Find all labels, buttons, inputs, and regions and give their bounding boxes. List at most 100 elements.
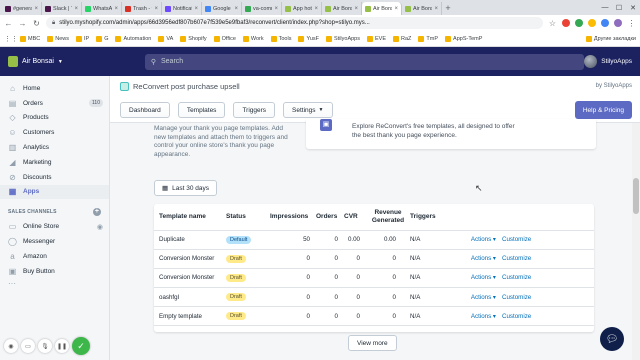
sidebar-item-marketing[interactable]: ◢ Marketing xyxy=(0,155,109,170)
bookmark-item[interactable]: Work xyxy=(242,35,264,42)
view-more-button[interactable]: View more xyxy=(348,335,397,351)
bookmark-item[interactable]: StilyoApps xyxy=(326,35,360,42)
browser-tab[interactable]: Slack | T × xyxy=(42,2,82,15)
extension-icon[interactable] xyxy=(575,19,583,27)
more-channels-button[interactable]: ··· xyxy=(0,279,109,288)
sidebar-channel-online-store[interactable]: ▭ Online Store ◉ xyxy=(0,219,109,234)
bookmark-item[interactable]: Office xyxy=(213,35,236,42)
sidebar-channel-messenger[interactable]: ◯ Messenger xyxy=(0,234,109,249)
browser-tab[interactable]: Air Bons × xyxy=(322,2,362,15)
customize-link[interactable]: Customize xyxy=(502,230,594,250)
eye-icon[interactable]: ◉ xyxy=(97,223,103,231)
sidebar-item-apps[interactable]: ▦ Apps xyxy=(0,184,109,200)
customize-link[interactable]: Customize xyxy=(502,268,594,289)
close-tab-icon[interactable]: × xyxy=(154,6,158,12)
extension-icon[interactable] xyxy=(562,19,570,27)
sidebar-item-home[interactable]: ⌂ Home xyxy=(0,81,109,96)
forward-icon[interactable]: → xyxy=(18,19,27,28)
customize-link[interactable]: Customize xyxy=(502,306,594,327)
sidebar-item-analytics[interactable]: ▥ Analytics xyxy=(0,140,109,155)
close-window-icon[interactable]: ✕ xyxy=(626,4,640,12)
impressions-value: 50 xyxy=(270,230,316,250)
pause-icon[interactable]: ❚❚ xyxy=(55,339,69,353)
microphone-icon[interactable]: 🎙︎ xyxy=(38,339,52,353)
scrollbar-thumb[interactable] xyxy=(633,178,639,214)
bookmark-item[interactable]: G xyxy=(96,35,108,42)
search-input[interactable]: ⚲ Search xyxy=(144,53,585,70)
browser-tab[interactable]: #general × xyxy=(2,2,42,15)
extension-icon[interactable] xyxy=(601,19,609,27)
close-tab-icon[interactable]: × xyxy=(34,6,38,12)
bookmark-item[interactable]: News xyxy=(47,35,69,42)
bookmark-item[interactable]: Automation xyxy=(115,35,151,42)
back-icon[interactable]: ← xyxy=(4,19,13,28)
close-tab-icon[interactable]: × xyxy=(194,6,198,12)
bookmark-item[interactable]: MBC xyxy=(20,35,40,42)
close-tab-icon[interactable]: × xyxy=(394,6,398,12)
bookmark-item[interactable]: Shopify xyxy=(180,35,207,42)
url-field[interactable]: 🔒︎ stilyo.myshopify.com/admin/apps/66d39… xyxy=(46,17,543,29)
browser-tab[interactable]: App hot × xyxy=(282,2,322,15)
actions-dropdown[interactable]: Actions ▾ xyxy=(450,287,502,308)
bookmark-item[interactable]: IP xyxy=(76,35,89,42)
screen-icon[interactable]: ▭ xyxy=(21,339,35,353)
sidebar-item-discounts[interactable]: ⊘ Discounts xyxy=(0,170,109,185)
other-bookmarks[interactable]: Другие закладки xyxy=(585,35,636,42)
customize-link[interactable]: Customize xyxy=(502,249,594,269)
new-tab-button[interactable]: + xyxy=(442,2,454,15)
camera-icon[interactable]: ◉ xyxy=(4,339,18,353)
finish-recording-icon[interactable]: ✓ xyxy=(72,337,90,355)
bookmark-item[interactable]: Tools xyxy=(270,35,291,42)
explore-templates-card[interactable]: ▣ Explore ReConvert's free templates, al… xyxy=(306,119,596,149)
date-range-button[interactable]: ▦ Last 30 days xyxy=(154,180,218,196)
reload-icon[interactable]: ↻ xyxy=(32,19,41,28)
star-icon[interactable]: ☆ xyxy=(548,19,557,28)
sidebar-item-orders[interactable]: ▤ Orders 110 xyxy=(0,96,109,111)
user-menu[interactable]: StilyoApps xyxy=(584,55,640,68)
close-tab-icon[interactable]: × xyxy=(434,6,438,12)
actions-dropdown[interactable]: Actions ▾ xyxy=(450,268,502,289)
close-tab-icon[interactable]: × xyxy=(314,6,318,12)
scrollbar[interactable] xyxy=(632,123,640,360)
bookmark-item[interactable]: YusF xyxy=(298,35,319,42)
bookmark-item[interactable]: VA xyxy=(158,35,173,42)
help-pricing-button[interactable]: Help & Pricing xyxy=(574,101,632,119)
actions-dropdown[interactable]: Actions ▾ xyxy=(450,249,502,269)
actions-dropdown[interactable]: Actions ▾ xyxy=(450,230,502,250)
browser-tab[interactable]: va-comm× xyxy=(242,2,282,15)
bookmark-item[interactable]: AppS-TemP xyxy=(445,35,482,42)
browser-tab[interactable]: Trash - v × xyxy=(122,2,162,15)
close-tab-icon[interactable]: × xyxy=(354,6,358,12)
close-tab-icon[interactable]: × xyxy=(74,6,78,12)
menu-icon[interactable]: ⋮ xyxy=(627,19,636,28)
store-switcher[interactable]: Air Bonsai ▼ xyxy=(0,56,115,67)
triggers-button[interactable]: Triggers xyxy=(233,102,276,118)
sidebar-item-customers[interactable]: ☺ Customers xyxy=(0,125,109,140)
extension-icon[interactable] xyxy=(588,19,596,27)
customize-link[interactable]: Customize xyxy=(502,287,594,308)
templates-button[interactable]: Templates xyxy=(177,102,226,118)
close-tab-icon[interactable]: × xyxy=(234,6,238,12)
sidebar-item-products[interactable]: ◇ Products xyxy=(0,111,109,126)
browser-tab[interactable]: Air Bons × xyxy=(362,2,402,15)
bookmark-item[interactable]: TmP xyxy=(418,35,438,42)
apps-grid-icon[interactable]: ⋮⋮ xyxy=(4,35,18,43)
close-tab-icon[interactable]: × xyxy=(114,6,118,12)
maximize-icon[interactable]: ☐ xyxy=(612,4,626,12)
browser-tab[interactable]: Google × xyxy=(202,2,242,15)
sidebar-channel-amazon[interactable]: a Amazon xyxy=(0,249,109,264)
browser-tab[interactable]: Air Bons × xyxy=(402,2,442,15)
browser-tab[interactable]: WhatsApp× xyxy=(82,2,122,15)
settings-button[interactable]: Settings ▼ xyxy=(283,102,333,118)
add-channel-icon[interactable]: + xyxy=(93,208,101,217)
sidebar-channel-buy-button[interactable]: ▣ Buy Button xyxy=(0,264,109,279)
minimize-icon[interactable]: — xyxy=(598,4,612,11)
browser-tab[interactable]: Notificati × xyxy=(162,2,202,15)
bookmark-item[interactable]: EVE xyxy=(367,35,386,42)
dashboard-button[interactable]: Dashboard xyxy=(120,102,170,118)
profile-avatar[interactable] xyxy=(614,19,622,27)
actions-dropdown[interactable]: Actions ▾ xyxy=(450,306,502,327)
bookmark-item[interactable]: RaZ xyxy=(393,35,411,42)
close-tab-icon[interactable]: × xyxy=(274,6,278,12)
chat-icon[interactable]: 💬︎ xyxy=(600,327,624,351)
